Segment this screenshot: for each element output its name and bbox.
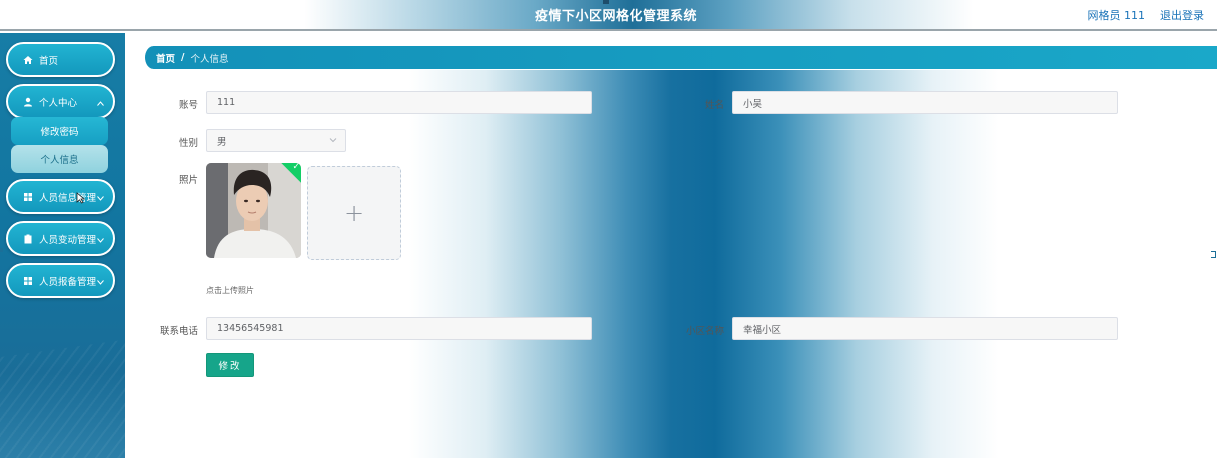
clipboard-icon <box>23 234 33 244</box>
update-button[interactable]: 修改 <box>206 353 254 377</box>
sidebar-item-resident-report[interactable]: 人员报备管理 <box>6 263 115 298</box>
chevron-down-icon <box>97 235 104 246</box>
breadcrumb-home[interactable]: 首页 <box>156 51 175 65</box>
breadcrumb-current: 个人信息 <box>190 53 229 65</box>
community-label: 小区名称 <box>685 326 724 337</box>
breadcrumb-separator: / <box>181 52 185 63</box>
name-field[interactable]: 小吴 <box>732 91 1118 114</box>
uploaded-photo[interactable]: ✓ <box>206 163 301 258</box>
user-icon <box>23 97 33 107</box>
sidebar-item-home[interactable]: 首页 <box>6 42 115 77</box>
photo-upload-button[interactable]: + <box>307 166 401 260</box>
check-icon: ✓ <box>292 163 300 172</box>
gender-selected-value: 男 <box>217 136 227 148</box>
logout-link[interactable]: 退出登录 <box>1160 7 1204 23</box>
sidebar-item-profile-center[interactable]: 个人中心 <box>6 84 115 119</box>
upload-hint: 点击上传照片 <box>206 286 254 295</box>
account-field[interactable]: 111 <box>206 91 592 114</box>
phone-field[interactable]: 13456545981 <box>206 317 592 340</box>
photo-label: 照片 <box>178 175 198 186</box>
sidebar-item-resident-info[interactable]: 人员信息管理 <box>6 179 115 214</box>
current-user: 网格员 111 <box>1087 9 1146 22</box>
app-title: 疫情下小区网格化管理系统 <box>534 9 697 24</box>
header-notch <box>603 0 609 4</box>
gender-label: 性别 <box>178 138 198 149</box>
breadcrumb: 首页 / 个人信息 <box>142 46 1217 69</box>
edge-marker <box>0 248 3 252</box>
chevron-down-icon <box>97 277 104 288</box>
sidebar-item-label: 个人中心 <box>39 97 78 109</box>
submenu-item-change-password[interactable]: 修改密码 <box>11 117 108 145</box>
grid-icon <box>23 192 33 202</box>
chevron-up-icon <box>97 98 104 109</box>
grid-icon <box>23 276 33 286</box>
gender-select[interactable]: 男 <box>206 129 346 152</box>
chevron-down-icon <box>97 193 104 204</box>
chevron-down-icon <box>329 136 337 147</box>
mouse-cursor-icon <box>76 192 86 207</box>
sidebar: 首页 个人中心 修改密码 个人信息 人员信息管理 人员变动管理 人员报备管理 <box>0 33 125 458</box>
submenu-item-profile-info[interactable]: 个人信息 <box>11 145 108 173</box>
account-label: 账号 <box>178 100 198 111</box>
name-label: 姓名 <box>704 100 724 111</box>
sidebar-item-label: 首页 <box>39 55 59 67</box>
sidebar-item-label: 人员变动管理 <box>39 234 97 246</box>
profile-photo-image <box>206 163 301 258</box>
plus-icon: + <box>343 199 365 227</box>
community-field[interactable]: 幸福小区 <box>732 317 1118 340</box>
sidebar-item-label: 人员报备管理 <box>39 276 97 288</box>
top-header: 疫情下小区网格化管理系统 网格员 111 退出登录 <box>0 0 1217 31</box>
phone-label: 联系电话 <box>159 326 198 337</box>
edge-marker <box>1211 251 1216 258</box>
sidebar-item-resident-change[interactable]: 人员变动管理 <box>6 221 115 256</box>
home-icon <box>23 55 33 65</box>
sidebar-item-label: 人员信息管理 <box>39 192 97 204</box>
